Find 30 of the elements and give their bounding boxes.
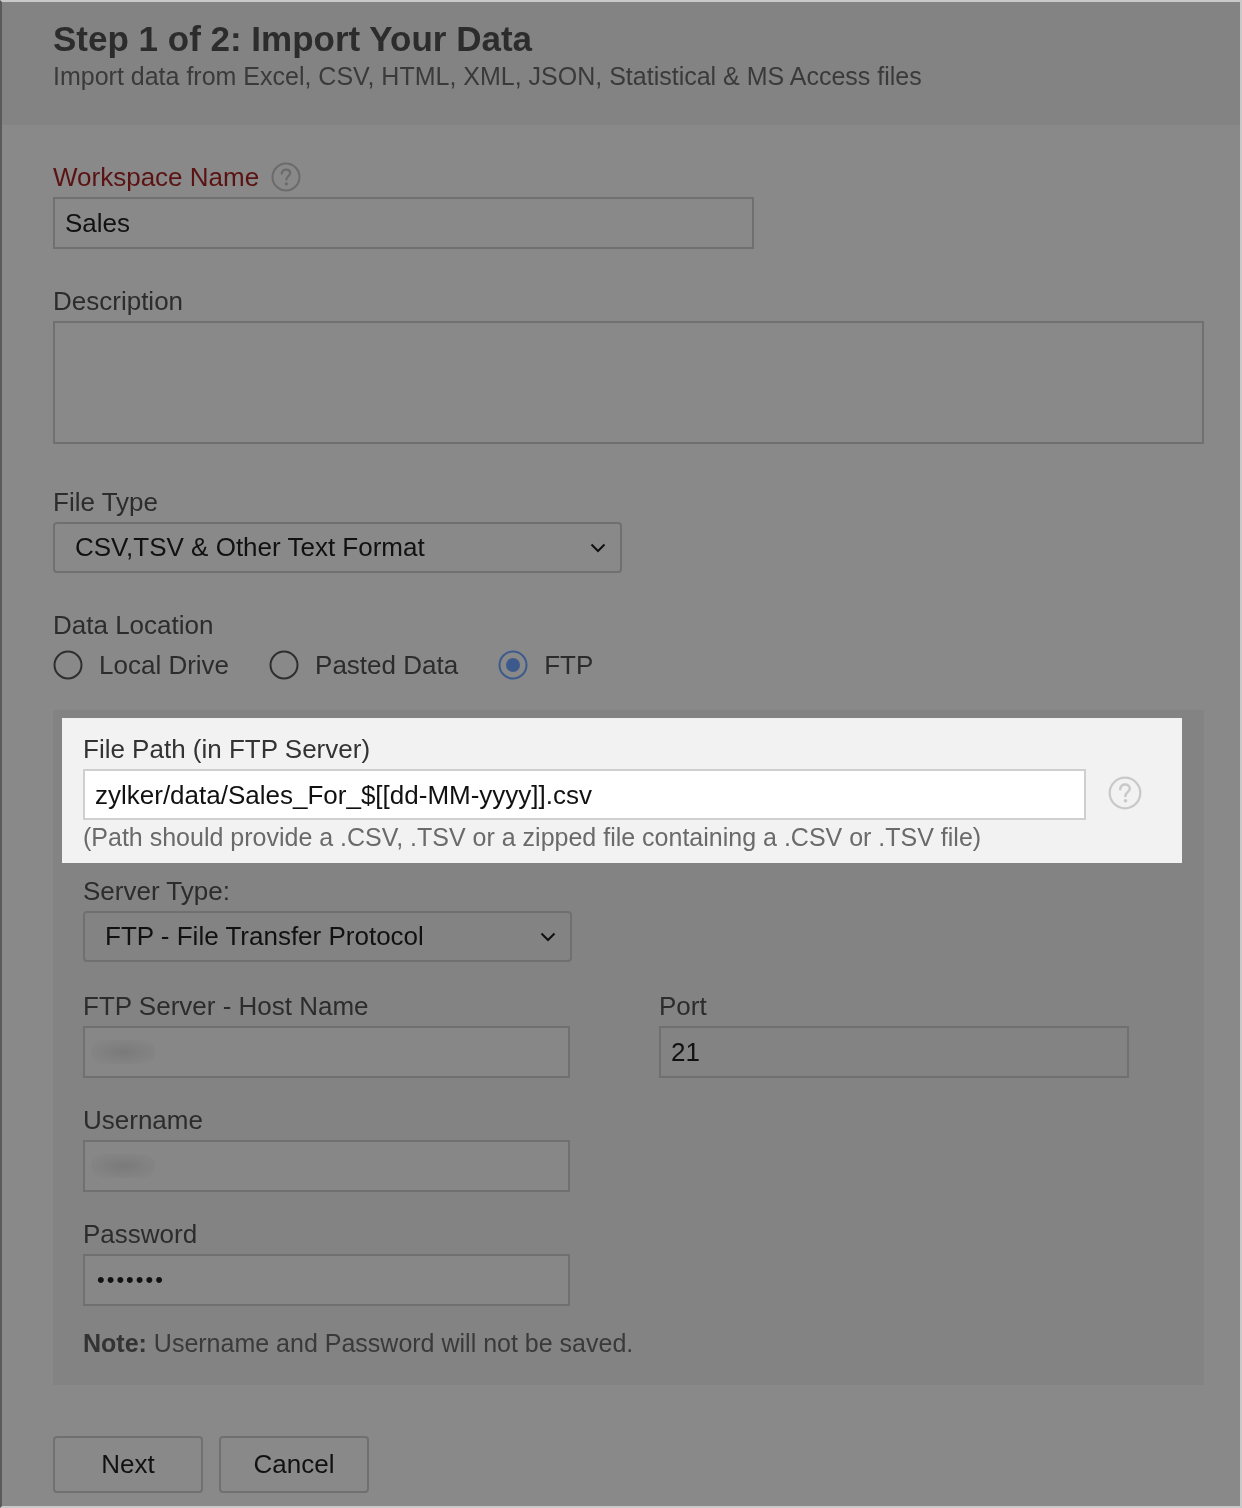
text-field[interactable]: zylker/data/Sales_For_$[[dd-MM-yyyy]].csv — [83, 769, 1086, 820]
text-field[interactable]: Sales — [53, 197, 754, 249]
field-label: Password — [83, 1218, 198, 1251]
field-label: Port — [659, 990, 707, 1023]
text-area[interactable] — [53, 321, 1204, 444]
field-label: Server Type: — [83, 875, 230, 908]
help-icon[interactable] — [271, 162, 302, 192]
form-button[interactable]: Next — [53, 1436, 203, 1493]
page-subtitle: Import data from Excel, CSV, HTML, XML, JSON, Statistical & MS Access files — [53, 61, 922, 92]
password-field[interactable]: ••••••• — [83, 1254, 570, 1306]
dropdown[interactable]: FTP - File Transfer Protocol — [83, 911, 572, 962]
note-text: Note: Username and Password will not be saved. — [83, 1328, 634, 1359]
field-label: FTP Server - Host Name — [83, 990, 369, 1023]
dropdown[interactable]: CSV,TSV & Other Text Format — [53, 522, 622, 573]
radio-button[interactable]: Pasted Data — [269, 648, 459, 682]
radio-button[interactable]: FTP — [498, 648, 594, 682]
field-label: File Type — [53, 486, 158, 519]
field-label: Username — [83, 1104, 203, 1137]
caret-icon — [590, 542, 606, 553]
help-icon[interactable] — [1108, 776, 1142, 810]
text-field[interactable]: 21 — [659, 1026, 1129, 1078]
form-button[interactable]: Cancel — [219, 1436, 369, 1493]
page-title: Step 1 of 2: Import Your Data — [53, 18, 533, 60]
field-label: Workspace Name — [53, 161, 260, 194]
radio-button[interactable]: Local Drive — [53, 648, 230, 682]
hint-text: (Path should provide a .CSV, .TSV or a zipped file containing a .CSV or .TSV file) — [83, 822, 982, 853]
caret-icon — [540, 931, 556, 942]
field-label: Description — [53, 285, 184, 318]
field-label: Data Location — [53, 609, 214, 642]
field-label: File Path (in FTP Server) — [83, 733, 371, 766]
